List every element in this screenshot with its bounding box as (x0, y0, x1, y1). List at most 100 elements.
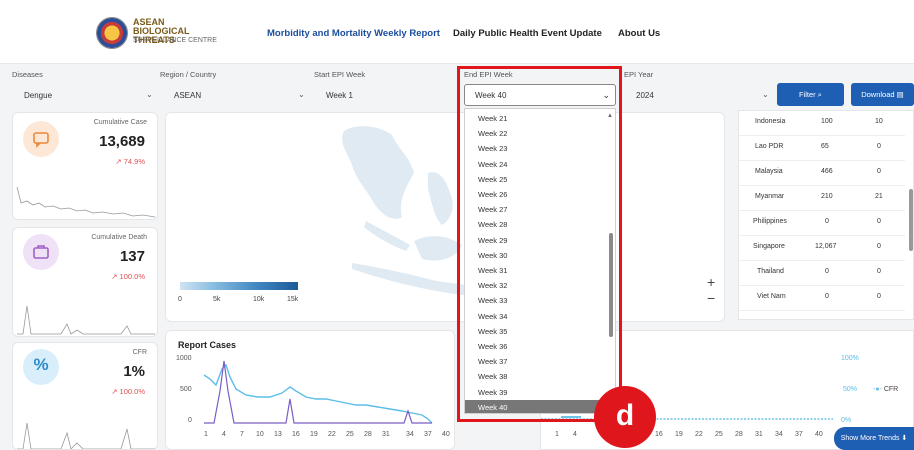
chevron-down-icon: ⌄ (762, 90, 769, 99)
map-legend-tick: 15k (287, 296, 299, 303)
start-week-select[interactable]: Week 1 (326, 86, 446, 106)
cases-cell: 12,067 (815, 243, 837, 250)
map-shapes (342, 126, 526, 299)
x-tick: 28 (364, 431, 372, 438)
region-select[interactable]: ASEAN (174, 86, 304, 106)
map-legend-tick: 10k (253, 296, 265, 303)
deaths-cell: 0 (877, 293, 881, 300)
region-label: Region / Country (160, 70, 217, 79)
table-row: Viet Nam 0 0 (739, 286, 905, 311)
cfr-value: 1% (123, 363, 145, 380)
deaths-cell: 21 (875, 193, 883, 200)
annotation-badge: d (594, 386, 656, 448)
table-row: Indonesia 100 10 (739, 111, 905, 136)
country-cell: Myanmar (755, 193, 785, 200)
cfr-label: CFR (132, 349, 147, 356)
cases-cell: 0 (825, 268, 829, 275)
cfr-change: ↗ 100.0% (111, 387, 145, 396)
percent-icon: % (23, 349, 59, 385)
cfr-x-tick: 40 (815, 431, 823, 438)
cases-cell: 0 (825, 293, 829, 300)
country-table: Indonesia 100 10 Lao PDR 65 0 Malaysia 466 0 M… (738, 110, 914, 320)
x-tick: 4 (222, 431, 226, 438)
table-row: Lao PDR 65 0 (739, 136, 905, 161)
cfr-card: % CFR 1% ↗ 100.0% (12, 342, 158, 450)
briefcase-icon (23, 234, 59, 270)
cfr-x-tick: 25 (715, 431, 723, 438)
start-week-label: Start EPI Week (314, 70, 366, 79)
cumulative-death-card: Cumulative Death 137 ↗ 100.0% (12, 227, 158, 337)
deaths-cell: 0 (877, 243, 881, 250)
epi-year-label: EPI Year (624, 70, 654, 79)
cfr-x-tick: 31 (755, 431, 763, 438)
country-cell: Viet Nam (757, 293, 786, 300)
cases-value: 13,689 (99, 133, 145, 150)
death-label: Cumulative Death (91, 234, 147, 241)
asean-logo-icon[interactable] (96, 17, 128, 49)
country-cell: Malaysia (755, 168, 783, 175)
chat-icon (23, 121, 59, 157)
table-row: Singapore 12,067 0 (739, 236, 905, 261)
table-scrollbar[interactable] (909, 189, 913, 251)
cases-cell: 466 (821, 168, 833, 175)
cfr-x-tick: 28 (735, 431, 743, 438)
deaths-cell: 10 (875, 118, 883, 125)
nav-mmwr[interactable]: Morbidity and Mortality Weekly Report (267, 28, 440, 39)
cases-cell: 0 (825, 218, 829, 225)
death-sparkline (17, 305, 155, 335)
zoom-in-button[interactable]: + (707, 274, 715, 290)
x-tick: 10 (256, 431, 264, 438)
download-button[interactable]: Download ▤ (851, 83, 914, 106)
table-row: Myanmar 210 21 (739, 186, 905, 211)
cases-cell: 100 (821, 118, 833, 125)
cases-cell: 210 (821, 193, 833, 200)
x-tick: 13 (274, 431, 282, 438)
cfr-sparkline (17, 422, 155, 449)
death-value: 137 (119, 248, 145, 265)
table-row: Malaysia 466 0 (739, 161, 905, 186)
filter-button[interactable]: Filter ⌕ (777, 83, 844, 106)
deaths-cell: 0 (877, 268, 881, 275)
deaths-cell: 0 (877, 218, 881, 225)
x-tick: 19 (310, 431, 318, 438)
x-tick: 22 (328, 431, 336, 438)
deaths-cell: 0 (877, 168, 881, 175)
death-change: ↗ 100.0% (111, 272, 145, 281)
zoom-out-button[interactable]: − (707, 290, 715, 306)
deaths-cell: 0 (877, 143, 881, 150)
country-cell: Philippines (753, 218, 787, 225)
diseases-select[interactable]: Dengue (24, 86, 154, 106)
chevron-down-icon: ⌄ (298, 90, 305, 99)
nav-daily-update[interactable]: Daily Public Health Event Update (453, 28, 602, 39)
download-button-label: Download (861, 90, 895, 99)
logo-line3: SURVEILLANCE CENTRE (133, 37, 217, 44)
search-icon: ⌕ (817, 90, 822, 99)
cfr-x-tick: 16 (655, 431, 663, 438)
cfr-x-tick: 22 (695, 431, 703, 438)
table-row: Philippines 0 0 (739, 211, 905, 236)
filter-button-label: Filter (799, 90, 816, 99)
epi-year-select[interactable]: 2024 (636, 86, 766, 106)
asean-map[interactable] (165, 112, 725, 322)
cases-label: Cumulative Case (93, 119, 147, 126)
highlight-box (457, 66, 622, 422)
x-tick: 31 (382, 431, 390, 438)
show-more-trends-button[interactable]: Show More Trends ⬇ (834, 427, 914, 450)
cfr-x-tick: 37 (795, 431, 803, 438)
map-legend-tick: 0 (178, 296, 182, 303)
dashboard: ASEAN BIOLOGICAL THREATS SURVEILLANCE CE… (0, 0, 914, 450)
x-tick: 40 (442, 431, 450, 438)
x-tick: 16 (292, 431, 300, 438)
x-tick: 34 (406, 431, 414, 438)
country-cell: Lao PDR (755, 143, 784, 150)
country-cell: Thailand (757, 268, 784, 275)
map-legend-bar (180, 282, 298, 290)
map-legend-tick: 5k (213, 296, 221, 303)
x-tick: 1 (204, 431, 208, 438)
x-tick: 25 (346, 431, 354, 438)
nav-about-us[interactable]: About Us (618, 28, 660, 39)
top-bar: ASEAN BIOLOGICAL THREATS SURVEILLANCE CE… (0, 0, 914, 64)
x-tick: 37 (424, 431, 432, 438)
cfr-x-tick: 4 (573, 431, 577, 438)
cfr-x-tick: 34 (775, 431, 783, 438)
